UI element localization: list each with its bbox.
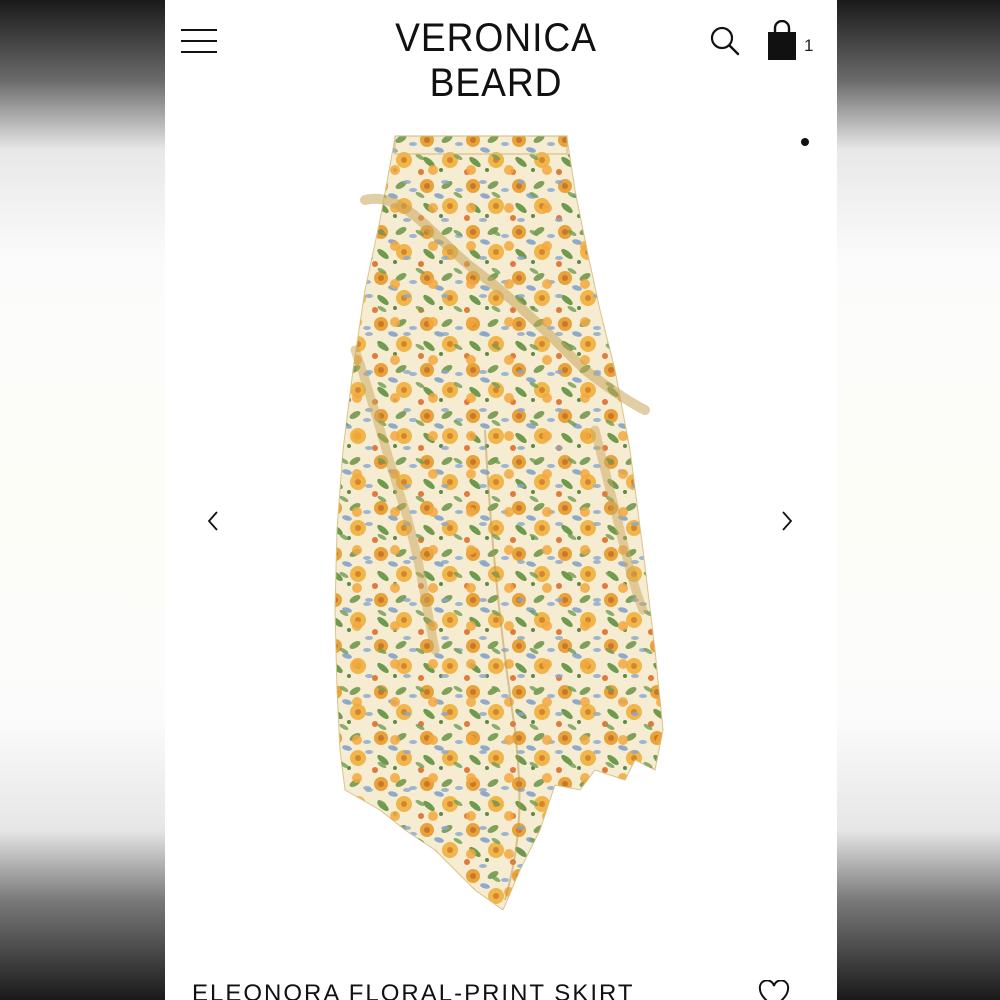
product-info: ELEONORA FLORAL-PRINT SKIRT <box>165 960 837 1000</box>
mobile-screen: VERONICA BEARD 1 ELEONORA FLORAL-PRINT S… <box>165 0 837 1000</box>
chevron-right-icon <box>782 511 793 531</box>
left-backdrop <box>0 0 165 1000</box>
heart-outline-icon <box>758 979 790 1000</box>
right-backdrop <box>837 0 1000 1000</box>
gallery-next-button[interactable] <box>772 504 802 538</box>
chevron-left-icon <box>207 511 218 531</box>
gallery-pagination-dot[interactable] <box>801 138 809 146</box>
site-header: VERONICA BEARD 1 <box>165 0 837 105</box>
product-image[interactable] <box>325 130 675 910</box>
search-icon <box>710 26 740 56</box>
cart-button[interactable]: 1 <box>765 19 817 62</box>
search-button[interactable] <box>708 24 742 58</box>
cart-count-badge: 1 <box>804 36 814 55</box>
product-name: ELEONORA FLORAL-PRINT SKIRT <box>192 980 635 1000</box>
gallery-prev-button[interactable] <box>198 504 228 538</box>
product-image-gallery[interactable] <box>165 90 837 960</box>
wishlist-button[interactable] <box>758 979 790 1000</box>
shopping-bag-icon <box>768 19 796 60</box>
menu-button[interactable] <box>181 26 217 56</box>
